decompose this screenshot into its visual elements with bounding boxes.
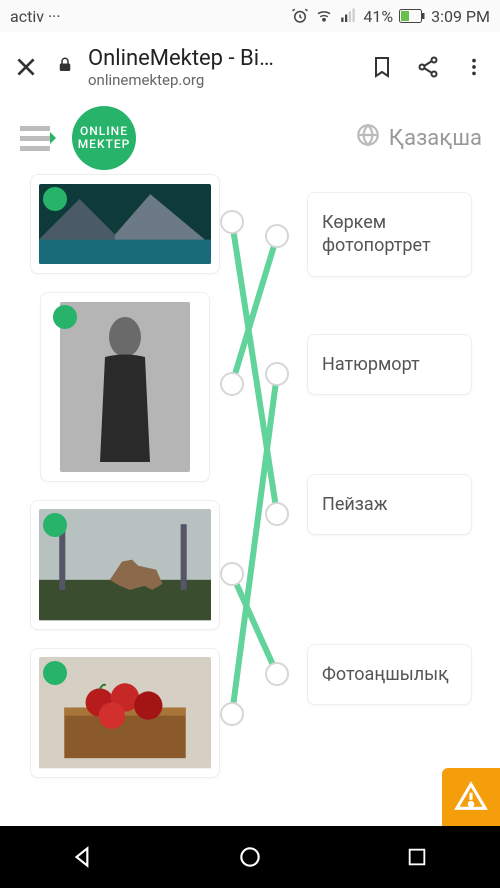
match-image-landscape[interactable] xyxy=(30,174,220,274)
battery-pct: 41% xyxy=(363,7,393,26)
nav-back-button[interactable] xyxy=(63,837,103,877)
match-node-right-4[interactable] xyxy=(265,662,289,686)
match-node-left-1[interactable] xyxy=(220,210,244,234)
close-button[interactable] xyxy=(10,51,42,83)
match-label-portrait[interactable]: Көркем фотопортрет xyxy=(307,192,472,277)
match-label-stilllife[interactable]: Натюрморт xyxy=(307,334,472,395)
match-label-wildlife[interactable]: Фотоаңшылық xyxy=(307,644,472,705)
android-navbar xyxy=(0,826,500,888)
logo-text-2: MEKTEP xyxy=(78,138,131,151)
language-switcher[interactable]: Қазақша xyxy=(355,122,482,154)
match-label-text: Натюрморт xyxy=(322,353,420,376)
nav-recent-button[interactable] xyxy=(397,837,437,877)
globe-icon xyxy=(355,122,381,154)
thumb-portrait-icon xyxy=(60,302,190,472)
menu-button[interactable] xyxy=(18,118,58,158)
match-node-right-1[interactable] xyxy=(265,224,289,248)
match-node-left-3[interactable] xyxy=(220,562,244,586)
bilimland-badge-icon xyxy=(53,305,77,329)
page-title: OnlineMektep - Bi… xyxy=(88,46,352,71)
browser-menu-button[interactable] xyxy=(458,51,490,83)
battery-icon xyxy=(399,9,425,23)
match-node-left-2[interactable] xyxy=(220,372,244,396)
page-domain: onlinemektep.org xyxy=(88,71,352,89)
match-node-right-2[interactable] xyxy=(265,362,289,386)
language-label: Қазақша xyxy=(389,126,482,151)
nav-home-button[interactable] xyxy=(230,837,270,877)
warning-button[interactable] xyxy=(442,768,500,826)
bilimland-badge-icon xyxy=(43,661,67,685)
status-more: ··· xyxy=(48,7,61,26)
match-label-text: Фотоаңшылық xyxy=(322,663,449,686)
page-content: ONLINE MEKTEP Қазақша xyxy=(0,102,500,826)
alarm-icon xyxy=(291,7,309,25)
match-node-left-4[interactable] xyxy=(220,702,244,726)
android-statusbar: activ ··· 41% 3:09 PM xyxy=(0,0,500,32)
bookmark-button[interactable] xyxy=(366,51,398,83)
match-label-text: Көркем фотопортрет xyxy=(322,211,457,258)
match-label-landscape[interactable]: Пейзаж xyxy=(307,474,472,535)
bilimland-badge-icon xyxy=(43,513,67,537)
match-image-stilllife[interactable] xyxy=(30,648,220,778)
matching-exercise: Көркем фотопортрет Натюрморт Пейзаж Фото… xyxy=(0,174,500,814)
app-logo[interactable]: ONLINE MEKTEP xyxy=(72,106,136,170)
signal-icon xyxy=(339,7,357,25)
carrier-label: activ xyxy=(10,7,44,26)
bilimland-badge-icon xyxy=(43,187,67,211)
lock-icon xyxy=(56,56,74,78)
app-header: ONLINE MEKTEP Қазақша xyxy=(0,102,500,174)
match-label-text: Пейзаж xyxy=(322,493,388,516)
match-image-wildlife[interactable] xyxy=(30,500,220,630)
share-button[interactable] xyxy=(412,51,444,83)
browser-bar: OnlineMektep - Bi… onlinemektep.org xyxy=(0,32,500,102)
clock-label: 3:09 PM xyxy=(431,7,490,26)
wifi-icon xyxy=(315,7,333,25)
match-node-right-3[interactable] xyxy=(265,502,289,526)
match-image-portrait[interactable] xyxy=(40,292,210,482)
